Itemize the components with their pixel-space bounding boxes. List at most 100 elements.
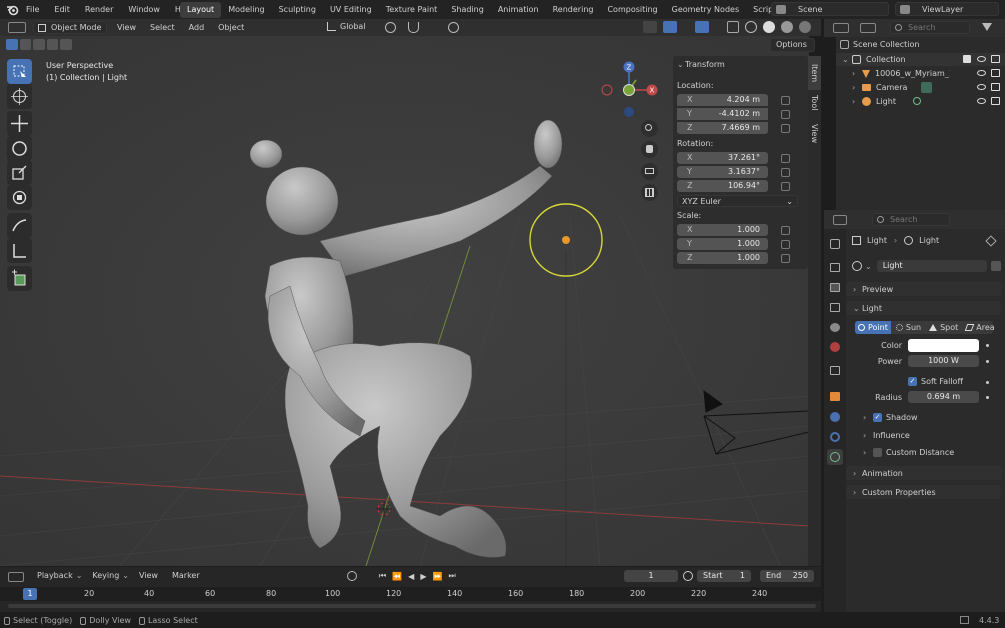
tab-shading[interactable]: Shading	[444, 2, 491, 18]
viewlayer-selector[interactable]: ViewLayer	[895, 2, 999, 16]
menu-file[interactable]: File	[26, 5, 39, 14]
lock-icon[interactable]	[781, 95, 790, 105]
rotate-tool-icon[interactable]	[7, 136, 32, 161]
custom-distance-subsection[interactable]: › Custom Distance	[863, 448, 954, 457]
fake-user-shield-icon[interactable]	[990, 261, 1001, 271]
location-z-field[interactable]: Z 7.4669 m	[677, 122, 768, 134]
eye-icon[interactable]	[977, 56, 986, 62]
display-mode-icon[interactable]	[860, 23, 876, 33]
light-type-spot[interactable]: Spot	[926, 323, 961, 332]
scale-z-field[interactable]: Z 1.000	[677, 252, 768, 264]
timeline-scrollbar[interactable]	[8, 604, 816, 608]
light-section-header[interactable]: ⌄ Light	[846, 301, 1001, 315]
custom-properties-section-header[interactable]: › Custom Properties	[846, 485, 1001, 499]
transform-tool-icon[interactable]	[7, 185, 32, 210]
select-box-tool-icon[interactable]	[7, 59, 32, 84]
measure-tool-icon[interactable]	[7, 238, 32, 263]
tab-layout[interactable]: Layout	[180, 2, 222, 18]
constraints-tab-icon[interactable]	[830, 432, 840, 442]
output-tab-icon[interactable]	[830, 283, 840, 292]
lock-icon[interactable]	[781, 109, 790, 119]
lock-icon[interactable]	[781, 153, 790, 163]
checkbox-icon[interactable]	[873, 448, 882, 457]
outliner-scene-collection[interactable]: Scene Collection	[840, 40, 920, 49]
location-x-field[interactable]: X 4.204 m	[677, 94, 768, 106]
prev-keyframe-icon[interactable]: ⏪	[392, 572, 402, 581]
add-cube-tool-icon[interactable]	[7, 266, 32, 291]
object-tab-icon[interactable]	[830, 392, 840, 401]
editor-type-icon[interactable]	[8, 22, 26, 33]
camera-render-icon[interactable]	[991, 97, 1000, 105]
outliner-search-input[interactable]: Search	[890, 21, 970, 34]
world-tab-icon[interactable]	[830, 342, 840, 352]
gizmo-toggle-icon[interactable]	[663, 21, 677, 33]
scale-y-field[interactable]: Y 1.000	[677, 238, 768, 250]
annotate-tool-icon[interactable]	[7, 213, 32, 238]
next-keyframe-icon[interactable]: ⏩	[432, 572, 442, 581]
wireframe-shading-icon[interactable]	[745, 21, 757, 33]
eye-icon[interactable]	[977, 70, 986, 76]
tab-rendering[interactable]: Rendering	[546, 2, 601, 18]
menu-view[interactable]: View	[117, 23, 136, 32]
navigation-gizmo[interactable]: Z X	[600, 60, 660, 118]
shadow-subsection[interactable]: › ✓ Shadow	[863, 413, 918, 422]
eye-icon[interactable]	[977, 84, 986, 90]
select-intersect-icon[interactable]	[60, 39, 72, 50]
influence-subsection[interactable]: › Influence	[863, 431, 910, 440]
camera-view-icon[interactable]	[641, 163, 658, 180]
location-y-field[interactable]: Y -4.4102 m	[677, 108, 768, 120]
lock-icon[interactable]	[781, 253, 790, 263]
end-frame-field[interactable]: End 250	[760, 570, 814, 582]
outliner-item-camera[interactable]: › Camera	[852, 81, 1002, 94]
menu-edit[interactable]: Edit	[54, 5, 70, 14]
eye-icon[interactable]	[977, 98, 986, 104]
snap-icon[interactable]	[408, 22, 419, 33]
rotation-z-field[interactable]: Z 106.94°	[677, 180, 768, 192]
current-frame-field[interactable]: 1	[624, 570, 678, 582]
jump-start-icon[interactable]: ⏮	[379, 571, 386, 581]
light-type-point[interactable]: Point	[855, 321, 891, 334]
play-reverse-icon[interactable]: ◀	[408, 572, 414, 581]
lock-icon[interactable]	[781, 181, 790, 191]
xray-icon[interactable]	[727, 21, 739, 33]
checkbox-icon[interactable]	[963, 55, 971, 63]
material-shading-icon[interactable]	[781, 21, 793, 33]
jump-end-icon[interactable]: ⏭	[448, 571, 455, 581]
properties-editor-type-icon[interactable]	[833, 215, 847, 225]
datablock-name-field[interactable]: Light	[876, 260, 987, 272]
collection-tab-icon[interactable]	[830, 366, 840, 375]
soft-falloff-checkbox[interactable]: ✓ Soft Falloff	[908, 377, 963, 386]
lock-icon[interactable]	[781, 123, 790, 133]
menu-render[interactable]: Render	[85, 5, 113, 14]
tab-modeling[interactable]: Modeling	[221, 2, 271, 18]
tab-sculpting[interactable]: Sculpting	[272, 2, 323, 18]
preview-section-header[interactable]: › Preview	[846, 282, 1001, 296]
outliner-collection-row[interactable]: ⌄ Collection	[836, 53, 1005, 66]
perspective-toggle-icon[interactable]	[641, 184, 658, 201]
marker-menu[interactable]: Marker	[172, 571, 200, 580]
tool-tab-icon[interactable]	[830, 239, 840, 249]
zoom-icon[interactable]	[641, 120, 658, 137]
blender-logo-icon[interactable]	[6, 3, 19, 16]
keyframe-dot-icon[interactable]	[986, 396, 989, 399]
tab-animation[interactable]: Animation	[491, 2, 546, 18]
properties-search-input[interactable]: Search	[872, 213, 950, 226]
outliner-editor-type-icon[interactable]	[833, 23, 849, 33]
tab-compositing[interactable]: Compositing	[600, 2, 664, 18]
mode-dropdown[interactable]: Object Mode	[33, 21, 107, 34]
select-invert-icon[interactable]	[46, 39, 59, 50]
rotation-x-field[interactable]: X 37.261°	[677, 152, 768, 164]
auto-keying-icon[interactable]	[347, 571, 357, 581]
keyframe-dot-icon[interactable]	[986, 381, 989, 384]
rotation-y-field[interactable]: Y 3.1637°	[677, 166, 768, 178]
radius-field[interactable]: 0.694 m	[908, 391, 979, 403]
animation-section-header[interactable]: › Animation	[846, 466, 1001, 480]
menu-add[interactable]: Add	[189, 23, 205, 32]
playhead[interactable]: 1	[23, 588, 37, 600]
select-box-mode-icon[interactable]	[6, 39, 18, 50]
tab-uv-editing[interactable]: UV Editing	[323, 2, 379, 18]
transform-header[interactable]: ⌄ Transform	[677, 60, 725, 69]
lock-icon[interactable]	[781, 167, 790, 177]
solid-shading-icon[interactable]	[763, 21, 775, 33]
color-swatch[interactable]	[908, 339, 979, 352]
